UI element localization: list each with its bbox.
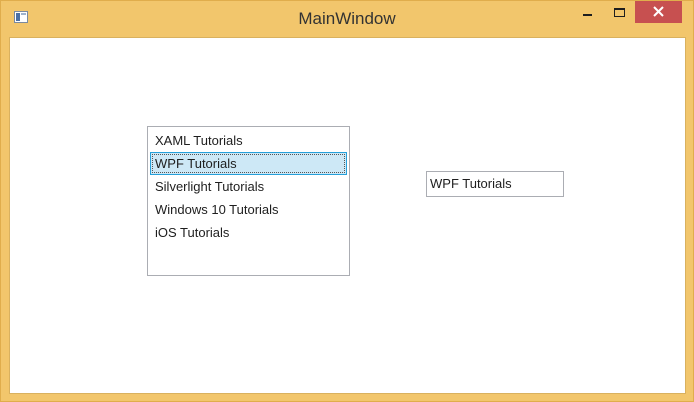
main-window: MainWindow XAML Tutorials WPF Tutorials … — [0, 0, 694, 402]
list-item-selected[interactable]: WPF Tutorials — [150, 152, 347, 175]
list-item[interactable]: Windows 10 Tutorials — [150, 198, 347, 221]
maximize-button[interactable] — [605, 1, 634, 23]
maximize-icon — [614, 8, 625, 17]
close-button[interactable] — [635, 1, 682, 23]
minimize-icon — [583, 14, 592, 16]
minimize-button[interactable] — [573, 1, 602, 23]
client-area: XAML Tutorials WPF Tutorials Silverlight… — [9, 37, 686, 394]
selected-item-textbox[interactable]: WPF Tutorials — [426, 171, 564, 197]
title-bar[interactable]: MainWindow — [1, 1, 693, 37]
tutorials-listbox[interactable]: XAML Tutorials WPF Tutorials Silverlight… — [147, 126, 350, 276]
list-item[interactable]: Silverlight Tutorials — [150, 175, 347, 198]
list-item[interactable]: iOS Tutorials — [150, 221, 347, 244]
close-icon — [653, 6, 664, 17]
list-item[interactable]: XAML Tutorials — [150, 129, 347, 152]
